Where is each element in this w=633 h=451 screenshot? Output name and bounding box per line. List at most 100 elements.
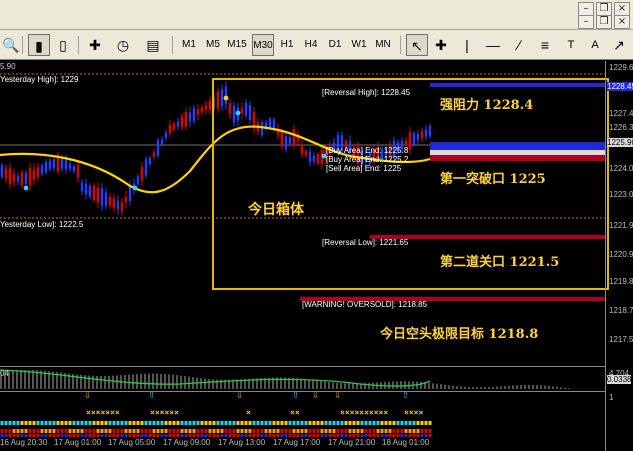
arrow-tool-icon[interactable]: ↗ — [608, 34, 630, 56]
signal-block — [152, 421, 156, 425]
candle-body — [40, 165, 44, 174]
signal-block — [192, 421, 196, 425]
signal-block — [4, 421, 8, 425]
signal-block — [64, 429, 68, 433]
signal-block — [100, 429, 104, 433]
signal-block — [148, 429, 152, 433]
restore-button[interactable]: ❐ — [596, 2, 612, 16]
signal-block — [204, 429, 208, 433]
vertical-line-icon[interactable]: | — [456, 34, 478, 56]
candle-body — [108, 196, 112, 206]
signal-block — [0, 421, 4, 425]
text-tool-button[interactable]: A — [584, 34, 606, 56]
signal-block — [252, 421, 256, 425]
candle-body — [172, 123, 176, 130]
cursor-icon[interactable]: ↖ — [406, 34, 428, 56]
signal-block — [224, 421, 228, 425]
signal-block — [0, 429, 4, 433]
price-axis[interactable]: 1229.60 1228.45 1227.40 1226.30 1225.90 … — [605, 61, 633, 451]
signal-block — [44, 429, 48, 433]
timeframe-m5[interactable]: M5 — [202, 34, 224, 56]
signal-block — [348, 421, 352, 425]
signal-block — [364, 421, 368, 425]
candle-body — [176, 121, 180, 127]
timeframe-h1[interactable]: H1 — [276, 34, 298, 56]
time-tick: 16 Aug 20:30 — [0, 438, 48, 447]
signal-block — [400, 421, 404, 425]
ma-dot — [23, 185, 29, 191]
bar-chart-icon[interactable]: ▮ — [28, 34, 50, 56]
signal-block — [320, 429, 324, 433]
signal-block — [300, 429, 304, 433]
time-tick: 17 Aug 01:00 — [54, 438, 102, 447]
timeframe-m30[interactable]: M30 — [252, 34, 274, 56]
signal-block — [392, 429, 396, 433]
toolbar-separator — [172, 36, 173, 54]
signal-block — [184, 421, 188, 425]
signal-block — [256, 421, 260, 425]
signal-block — [48, 429, 52, 433]
signal-block — [420, 429, 424, 433]
candle-body — [52, 159, 56, 169]
price-tick: 1227.40 — [609, 109, 633, 118]
signal-block — [420, 421, 424, 425]
signal-block — [180, 429, 184, 433]
signal-block — [344, 429, 348, 433]
clock-icon[interactable]: ◷ — [112, 34, 134, 56]
signal-block — [372, 421, 376, 425]
candle-body — [124, 196, 128, 203]
signal-block — [388, 421, 392, 425]
timeframe-mn[interactable]: MN — [372, 34, 394, 56]
signal-block — [180, 421, 184, 425]
signal-block — [248, 429, 252, 433]
signal-block — [60, 429, 64, 433]
trendline-icon[interactable]: ∕ — [508, 34, 530, 56]
signal-block — [148, 421, 152, 425]
signal-blocks — [0, 421, 432, 437]
candle-body — [96, 187, 100, 203]
candle-body — [204, 105, 208, 110]
inner-close-button[interactable]: × — [614, 15, 630, 29]
add-indicator-icon[interactable]: ✚ — [84, 34, 106, 56]
time-axis[interactable]: 16 Aug 20:30 17 Aug 01:00 17 Aug 05:00 1… — [0, 437, 605, 451]
signal-block — [204, 421, 208, 425]
candle-body — [136, 176, 140, 185]
oscillator-panel[interactable] — [0, 366, 605, 390]
signal-block — [404, 429, 408, 433]
horizontal-line-icon[interactable]: — — [482, 34, 504, 56]
signal-block — [272, 421, 276, 425]
signal-block — [140, 421, 144, 425]
signal-block — [84, 429, 88, 433]
template-icon[interactable]: ▤ — [142, 34, 164, 56]
candle-body — [104, 192, 108, 206]
zoom-in-icon[interactable]: 🔍 — [0, 34, 22, 56]
signal-block — [20, 429, 24, 433]
signal-block — [136, 421, 140, 425]
signal-block — [24, 421, 28, 425]
crosshair-icon[interactable]: ✚ — [430, 34, 452, 56]
signal-block — [396, 429, 400, 433]
timeframe-d1[interactable]: D1 — [324, 34, 346, 56]
timeframe-h4[interactable]: H4 — [300, 34, 322, 56]
candle-body — [196, 109, 200, 115]
time-tick: 17 Aug 21:00 — [328, 438, 376, 447]
signal-block — [156, 429, 160, 433]
signal-block — [112, 421, 116, 425]
signal-block — [424, 429, 428, 433]
candle-body — [184, 112, 188, 127]
inner-minimize-button[interactable]: – — [578, 15, 594, 29]
signal-block — [172, 429, 176, 433]
timeframe-w1[interactable]: W1 — [348, 34, 370, 56]
candle-body — [16, 176, 20, 182]
candle-chart-icon[interactable]: ▯ — [52, 34, 74, 56]
signal-block — [160, 429, 164, 433]
text-label-tool-button[interactable]: T — [560, 34, 582, 56]
timeframe-m1[interactable]: M1 — [178, 34, 200, 56]
signal-block — [56, 429, 60, 433]
close-button[interactable]: × — [614, 2, 630, 16]
timeframe-m15[interactable]: M15 — [226, 34, 248, 56]
signal-block — [184, 429, 188, 433]
fibonacci-icon[interactable]: ≡ — [534, 34, 556, 56]
inner-restore-button[interactable]: ❐ — [596, 15, 612, 29]
minimize-button[interactable]: – — [578, 2, 594, 16]
